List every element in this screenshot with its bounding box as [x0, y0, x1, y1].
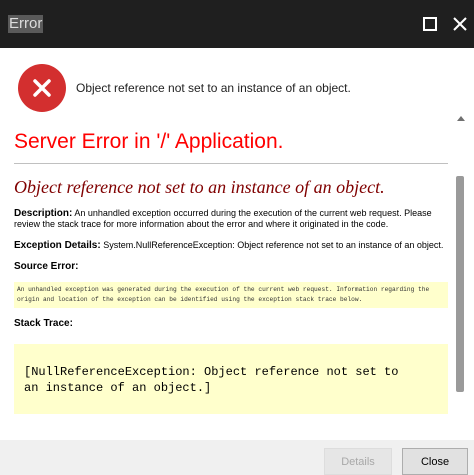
- close-button[interactable]: Close: [402, 448, 468, 475]
- error-message: Object reference not set to an instance …: [76, 81, 351, 95]
- dialog-footer: Details Close: [0, 440, 474, 475]
- description-label: Description:: [14, 208, 73, 219]
- scroll-up-icon[interactable]: [457, 116, 465, 121]
- dialog-body: Object reference not set to an instance …: [0, 48, 474, 470]
- exception-details-label: Exception Details:: [14, 240, 101, 251]
- title-bar: Error: [0, 0, 474, 48]
- description-paragraph: Description: An unhandled exception occu…: [14, 208, 450, 230]
- details-button[interactable]: Details: [324, 448, 392, 475]
- divider: [14, 163, 448, 164]
- error-page-content[interactable]: Server Error in '/' Application. Object …: [14, 128, 450, 440]
- maximize-button[interactable]: [418, 12, 442, 36]
- scrollbar-thumb[interactable]: [456, 176, 464, 392]
- window-title: Error: [8, 15, 44, 33]
- exception-details-paragraph: Exception Details: System.NullReferenceE…: [14, 240, 450, 251]
- server-error-title: Server Error in '/' Application.: [14, 130, 284, 153]
- exception-details-text: System.NullReferenceException: Object re…: [103, 240, 444, 250]
- stack-trace-box: [NullReferenceException: Object referenc…: [14, 344, 448, 414]
- error-x-icon: [18, 64, 66, 112]
- maximize-icon: [423, 17, 437, 31]
- exception-heading: Object reference not set to an instance …: [14, 177, 385, 197]
- stack-trace-line: an instance of an object.]: [24, 381, 212, 395]
- stack-trace-line: [NullReferenceException: Object referenc…: [24, 365, 399, 379]
- window-close-button[interactable]: [448, 12, 472, 36]
- vertical-scrollbar[interactable]: [456, 114, 466, 472]
- close-icon: [453, 17, 467, 31]
- description-text: An unhandled exception occurred during t…: [14, 208, 432, 229]
- stack-trace-label: Stack Trace:: [14, 318, 73, 329]
- source-error-box: An unhandled exception was generated dur…: [14, 282, 448, 308]
- source-error-label: Source Error:: [14, 261, 79, 272]
